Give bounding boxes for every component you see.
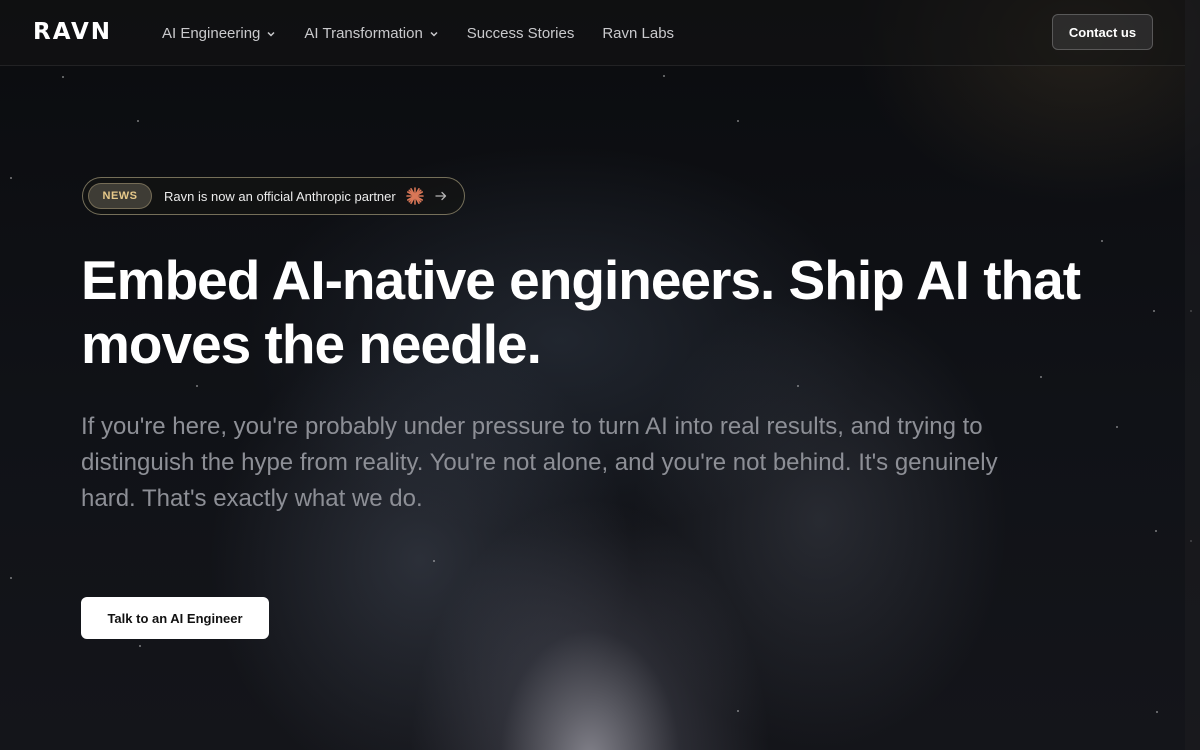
chevron-down-icon [430,31,438,37]
anthropic-burst-icon [405,187,424,205]
nav-item-ai-transformation[interactable]: AI Transformation [304,24,438,44]
news-announcement-link[interactable]: NEWS Ravn is now an official Anthropic p… [82,177,465,215]
nav-item-ai-engineering[interactable]: AI Engineering [162,24,276,44]
nav-item-label: Ravn Labs [602,25,675,42]
main-nav: AI Engineering AI Transformation Success… [162,24,674,44]
nav-item-label: Success Stories [466,25,575,42]
nav-item-label: AI Engineering [162,25,261,42]
nav-item-ravn-labs[interactable]: Ravn Labs [602,24,674,44]
talk-to-engineer-button[interactable]: Talk to an AI Engineer [81,597,269,639]
hero-subtext: If you're here, you're probably under pr… [81,413,998,512]
page-scrollbar[interactable] [1185,0,1200,750]
nav-item-success-stories[interactable]: Success Stories [467,24,575,44]
hero-headline: Embed AI-native engineers. Ship AI that … [81,249,1081,375]
chevron-down-icon [267,31,275,37]
site-header: RAVN AI Engineering AI Transformation Su… [0,0,1185,66]
contact-us-button[interactable]: Contact us [1052,14,1153,50]
arrow-right-icon [435,191,446,201]
news-badge: NEWS [88,183,152,209]
ravn-logo[interactable]: RAVN [33,21,112,44]
nav-item-label: AI Transformation [304,25,423,42]
news-text: Ravn is now an official Anthropic partne… [164,188,396,204]
